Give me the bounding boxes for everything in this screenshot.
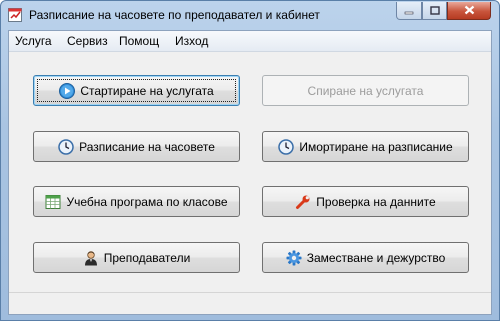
check-data-button[interactable]: Проверка на данните: [262, 186, 469, 217]
window-title: Разписание на часовете по преподавател и…: [29, 8, 320, 22]
import-schedule-button[interactable]: Имортиране на разписание: [262, 131, 469, 162]
play-icon: [59, 82, 76, 99]
schedule-label: Разписание на часовете: [79, 139, 215, 154]
app-window: Разписание на часовете по преподавател и…: [0, 0, 500, 321]
teachers-label: Преподаватели: [103, 250, 191, 265]
substitution-button[interactable]: Заместване и дежурство: [262, 242, 469, 273]
status-bar: [9, 292, 491, 314]
client-area: Услуга Сервиз Помощ Изход Стартиране на …: [8, 30, 492, 315]
person-icon: [83, 250, 99, 266]
menu-bar: Услуга Сервиз Помощ Изход: [9, 31, 491, 52]
close-icon: [464, 4, 475, 18]
gear-icon: [286, 250, 302, 266]
substitution-label: Заместване и дежурство: [306, 250, 446, 265]
clock-icon: [58, 138, 74, 155]
menu-help[interactable]: Помощ: [119, 34, 159, 48]
maximize-button[interactable]: [422, 2, 447, 20]
minimize-button[interactable]: [396, 2, 422, 20]
wrench-icon: [295, 194, 311, 210]
title-bar[interactable]: Разписание на часовете по преподавател и…: [1, 1, 499, 29]
minimize-icon: [404, 4, 414, 18]
stop-service-label: Спиране на услугата: [307, 83, 424, 98]
menu-tools[interactable]: Сервиз: [67, 34, 108, 48]
curriculum-button[interactable]: Учебна програма по класове: [33, 186, 240, 217]
calendar-app-icon: [8, 8, 22, 22]
curriculum-label: Учебна програма по класове: [66, 194, 228, 209]
teachers-button[interactable]: Преподаватели: [33, 242, 240, 273]
clock-icon: [278, 138, 295, 155]
schedule-button[interactable]: Разписание на часовете: [33, 131, 240, 162]
table-icon: [45, 194, 61, 210]
start-service-button[interactable]: Стартиране на услугата: [33, 75, 240, 106]
menu-service[interactable]: Услуга: [15, 34, 52, 48]
close-button[interactable]: [447, 2, 491, 20]
stop-service-button[interactable]: Спиране на услугата: [262, 75, 469, 106]
maximize-icon: [429, 4, 440, 18]
check-data-label: Проверка на данните: [316, 194, 436, 209]
menu-exit[interactable]: Изход: [175, 34, 208, 48]
import-schedule-label: Имортиране на разписание: [299, 139, 453, 154]
start-service-label: Стартиране на услугата: [80, 83, 214, 98]
